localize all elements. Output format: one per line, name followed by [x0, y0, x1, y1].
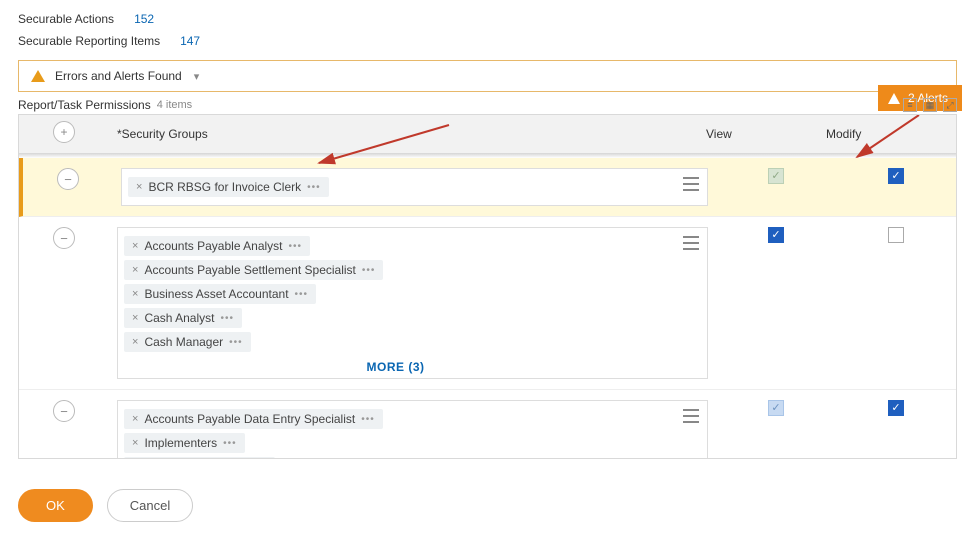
more-link[interactable]: MORE (3): [124, 354, 667, 376]
table-row: − × Accounts Payable Analyst ••• × Accounts P…: [19, 217, 956, 390]
view-checkbox: [768, 168, 784, 184]
chip-label: Cash Manager: [144, 335, 223, 349]
security-groups-input[interactable]: × BCR RBSG for Invoice Clerk •••: [121, 168, 708, 206]
chip-remove-icon[interactable]: ×: [132, 264, 138, 276]
modify-checkbox[interactable]: [888, 227, 904, 243]
securable-reporting-link[interactable]: 147: [180, 34, 200, 48]
chip-remove-icon[interactable]: ×: [136, 181, 142, 193]
permissions-section-title: Report/Task Permissions: [18, 98, 151, 112]
chip-remove-icon[interactable]: ×: [132, 288, 138, 300]
modify-checkbox[interactable]: [888, 168, 904, 184]
remove-row-button[interactable]: −: [53, 400, 75, 422]
ok-button[interactable]: OK: [18, 489, 93, 522]
chip-menu-icon[interactable]: •••: [361, 414, 375, 425]
col-header-security-groups: *Security Groups: [109, 117, 698, 151]
security-group-chip[interactable]: × Cash Analyst •••: [124, 308, 242, 328]
chip-remove-icon[interactable]: ×: [132, 336, 138, 348]
permissions-item-count: 4 items: [157, 99, 192, 111]
chip-label: Accounts Payable Analyst: [144, 239, 282, 253]
warning-icon: [31, 70, 45, 82]
security-group-chip[interactable]: × Implementers •••: [124, 433, 245, 453]
chip-menu-icon[interactable]: •••: [295, 289, 309, 300]
chip-menu-icon[interactable]: •••: [362, 265, 376, 276]
security-group-chip[interactable]: × Accounts Payable Data Entry Specialist •…: [124, 409, 383, 429]
list-picker-icon[interactable]: [683, 409, 699, 423]
security-group-chip[interactable]: ×Marketing Manager•••: [124, 457, 275, 458]
list-picker-icon[interactable]: [683, 177, 699, 191]
permissions-grid: + *Security Groups View Modify − × BCR RBS…: [18, 114, 957, 459]
security-group-chip[interactable]: × Accounts Payable Settlement Specialist •…: [124, 260, 383, 280]
filter-icon[interactable]: ≡: [903, 98, 917, 112]
chip-menu-icon[interactable]: •••: [223, 438, 237, 449]
security-group-chip[interactable]: × Cash Manager •••: [124, 332, 251, 352]
view-checkbox[interactable]: [768, 227, 784, 243]
securable-actions-link[interactable]: 152: [134, 12, 154, 26]
cancel-button[interactable]: Cancel: [107, 489, 193, 522]
security-groups-input[interactable]: × Accounts Payable Data Entry Specialist •…: [117, 400, 708, 458]
remove-row-button[interactable]: −: [53, 227, 75, 249]
chip-label: Business Asset Accountant: [144, 287, 288, 301]
security-group-chip[interactable]: × Accounts Payable Analyst •••: [124, 236, 310, 256]
securable-actions-label: Securable Actions: [18, 12, 114, 26]
col-header-view: View: [698, 117, 818, 151]
list-picker-icon[interactable]: [683, 236, 699, 250]
security-group-chip[interactable]: × BCR RBSG for Invoice Clerk •••: [128, 177, 329, 197]
securable-reporting-label: Securable Reporting Items: [18, 34, 160, 48]
chip-label: Accounts Payable Data Entry Specialist: [144, 412, 355, 426]
alert-text: Errors and Alerts Found: [55, 69, 182, 83]
modify-checkbox[interactable]: [888, 400, 904, 416]
grid-icon[interactable]: ▦: [923, 98, 937, 112]
expand-icon[interactable]: ⤢: [943, 98, 957, 112]
chip-label: BCR RBSG for Invoice Clerk: [148, 180, 301, 194]
chip-menu-icon[interactable]: •••: [307, 182, 321, 193]
chevron-down-icon: ▾: [194, 70, 200, 83]
chip-label: Accounts Payable Settlement Specialist: [144, 263, 355, 277]
table-row: − × BCR RBSG for Invoice Clerk •••: [19, 158, 956, 217]
chip-label: Implementers: [144, 436, 217, 450]
chip-menu-icon[interactable]: •••: [289, 241, 303, 252]
chip-menu-icon[interactable]: •••: [229, 337, 243, 348]
chip-remove-icon[interactable]: ×: [132, 312, 138, 324]
add-row-button[interactable]: +: [53, 121, 75, 143]
chip-remove-icon[interactable]: ×: [132, 240, 138, 252]
chip-menu-icon[interactable]: •••: [220, 313, 234, 324]
remove-row-button[interactable]: −: [57, 168, 79, 190]
security-groups-input[interactable]: × Accounts Payable Analyst ••• × Accounts Pa…: [117, 227, 708, 379]
chip-remove-icon[interactable]: ×: [132, 413, 138, 425]
view-checkbox: [768, 400, 784, 416]
errors-alert-banner[interactable]: Errors and Alerts Found ▾ 2 Alerts: [18, 60, 957, 92]
col-header-modify: Modify: [818, 117, 938, 151]
security-group-chip[interactable]: × Business Asset Accountant •••: [124, 284, 316, 304]
table-row: − × Accounts Payable Data Entry Specialist…: [19, 390, 956, 458]
chip-remove-icon[interactable]: ×: [132, 437, 138, 449]
chip-label: Cash Analyst: [144, 311, 214, 325]
